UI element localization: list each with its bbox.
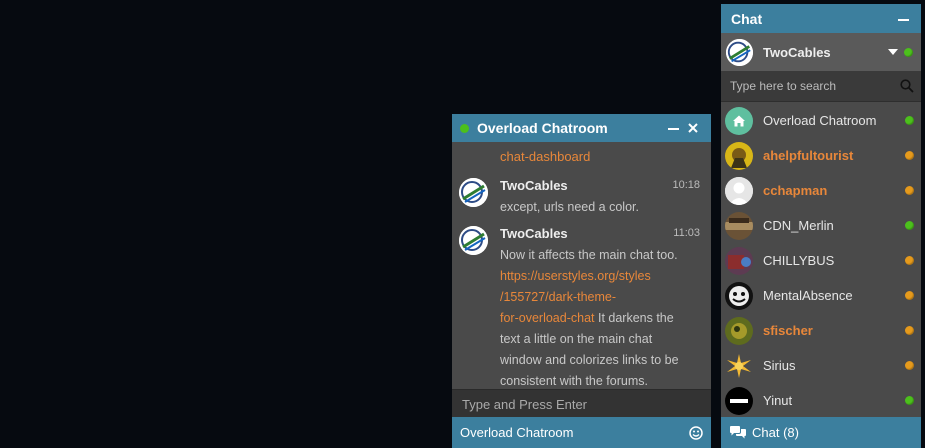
chatroom-header[interactable]: Overload Chatroom — [452, 114, 711, 142]
online-status-icon — [905, 116, 914, 125]
contact-item[interactable]: MentalAbsence — [721, 278, 921, 313]
chatroom-title: Overload Chatroom — [477, 120, 608, 136]
contact-name: Overload Chatroom — [763, 113, 877, 128]
avatar — [726, 38, 753, 66]
chat-panel-title: Chat — [731, 10, 763, 27]
default-user-icon — [725, 176, 753, 205]
contact-item[interactable]: sfischer — [721, 313, 921, 348]
contact-name: cchapman — [763, 183, 828, 198]
contact-item[interactable]: Overload Chatroom — [721, 103, 921, 138]
away-status-icon — [905, 256, 914, 265]
message-time: 11:03 — [673, 227, 700, 239]
search-icon[interactable] — [900, 79, 914, 93]
online-status-icon — [904, 47, 913, 57]
chat-panel-header[interactable]: Chat — [721, 4, 921, 33]
message-input[interactable] — [452, 390, 711, 418]
avatar[interactable] — [459, 178, 488, 207]
chatroom-tab[interactable]: Overload Chatroom — [452, 417, 711, 448]
contact-name: sfischer — [763, 323, 813, 338]
contact-name: Sirius — [763, 358, 796, 373]
avatar[interactable] — [459, 226, 488, 255]
message-list[interactable]: chat-dashboard TwoCables 10:18 except, u… — [452, 142, 711, 388]
message-link[interactable]: chat-dashboard — [500, 149, 590, 164]
contact-name: CHILLYBUS — [763, 253, 835, 268]
close-button[interactable] — [683, 120, 703, 136]
contact-item[interactable]: Sirius — [721, 348, 921, 383]
away-status-icon — [905, 361, 914, 370]
online-status-icon — [905, 396, 914, 405]
avatar — [725, 386, 753, 415]
close-icon — [688, 123, 698, 133]
chat-panel-tab[interactable]: Chat (8) — [721, 417, 921, 448]
contact-list: Overload Chatroom ahelpfultourist cchapm… — [721, 103, 921, 418]
emoji-icon[interactable] — [689, 425, 703, 440]
message-text: Now it affects the main chat too. https:/… — [500, 245, 695, 388]
contact-item[interactable]: ahelpfultourist — [721, 138, 921, 173]
avatar — [725, 281, 753, 310]
message-text-before: Now it affects the main chat too. — [500, 248, 678, 262]
link-line: for-overload-chat — [500, 311, 595, 325]
avatar — [725, 316, 753, 345]
contact-name: Yinut — [763, 393, 793, 408]
avatar — [725, 211, 753, 240]
current-user-row[interactable]: TwoCables — [721, 33, 921, 71]
current-user-name: TwoCables — [763, 44, 831, 60]
away-status-icon — [905, 186, 914, 195]
minimize-icon — [897, 18, 909, 21]
avatar — [725, 141, 753, 170]
message-text: except, urls need a color. — [500, 200, 639, 214]
away-status-icon — [905, 291, 914, 300]
search-input[interactable] — [728, 78, 900, 94]
chat-panel-tab-label: Chat (8) — [752, 425, 799, 440]
chatroom-tab-label: Overload Chatroom — [460, 425, 574, 440]
avatar-image — [459, 178, 488, 207]
home-icon — [725, 106, 753, 135]
contact-name: MentalAbsence — [763, 288, 853, 303]
contact-item[interactable]: Yinut — [721, 383, 921, 418]
search-row — [721, 71, 921, 102]
away-status-icon — [905, 326, 914, 335]
contact-item[interactable]: CDN_Merlin — [721, 208, 921, 243]
message-author[interactable]: TwoCables — [500, 226, 568, 241]
online-status-icon — [905, 221, 914, 230]
link-line: https://userstyles.org/styles — [500, 269, 651, 283]
contact-item[interactable]: CHILLYBUS — [721, 243, 921, 278]
message-time: 10:18 — [672, 179, 700, 191]
minimize-icon — [667, 128, 679, 130]
link-line: /155727/dark-theme- — [500, 290, 617, 304]
avatar — [725, 351, 753, 380]
minimize-button[interactable] — [893, 11, 913, 27]
avatar-image — [459, 226, 488, 255]
avatar — [725, 246, 753, 275]
away-status-icon — [905, 151, 914, 160]
avatar-image — [726, 38, 753, 66]
chatroom-window: Overload Chatroom chat-dashboard TwoCabl… — [452, 114, 711, 448]
message-input-row — [452, 389, 711, 418]
chevron-down-icon[interactable] — [888, 49, 898, 55]
minimize-button[interactable] — [663, 120, 683, 136]
chat-bubbles-icon — [730, 426, 746, 439]
contact-item[interactable]: cchapman — [721, 173, 921, 208]
contact-name: CDN_Merlin — [763, 218, 834, 233]
online-status-icon — [460, 123, 469, 133]
message-author[interactable]: TwoCables — [500, 178, 568, 193]
chat-panel: Chat TwoCables Type here to search Overl… — [721, 4, 921, 448]
contact-name: ahelpfultourist — [763, 148, 854, 163]
